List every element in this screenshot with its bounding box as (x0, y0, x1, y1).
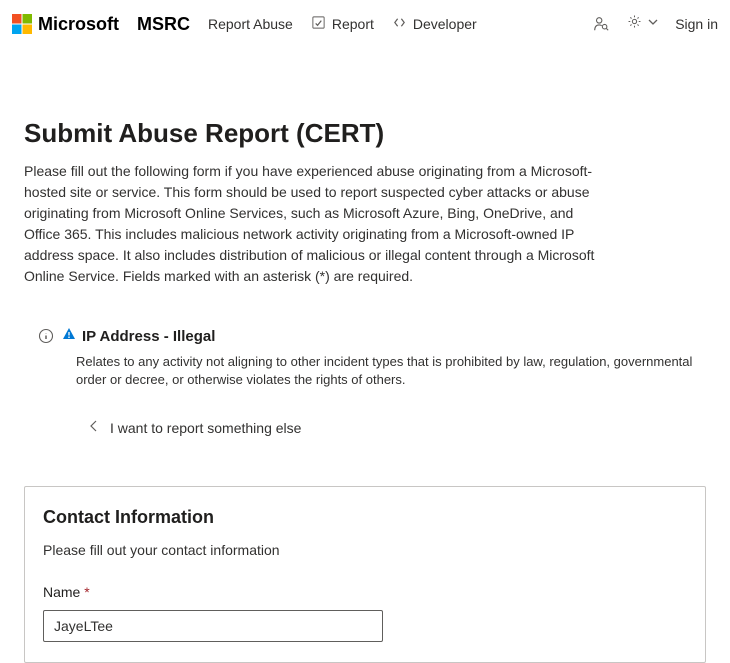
page-title: Submit Abuse Report (CERT) (24, 118, 706, 149)
microsoft-logo-link[interactable]: Microsoft (12, 14, 119, 35)
code-icon (392, 15, 407, 33)
msrc-link[interactable]: MSRC (137, 14, 190, 35)
info-icon[interactable] (38, 328, 54, 344)
incident-header: IP Address - Illegal (38, 327, 706, 345)
top-navigation: Microsoft MSRC Report Abuse Report Devel… (0, 0, 730, 48)
nav-right-group: Sign in (592, 13, 718, 35)
main-content: Submit Abuse Report (CERT) Please fill o… (0, 48, 730, 663)
nav-report-label: Report (332, 16, 374, 32)
gear-icon (626, 13, 643, 35)
nav-left-group: Microsoft MSRC Report Abuse Report Devel… (12, 14, 477, 35)
chevron-left-icon (88, 419, 100, 436)
contact-information-card: Contact Information Please fill out your… (24, 486, 706, 663)
name-label-text: Name (43, 584, 84, 600)
nav-report-abuse[interactable]: Report Abuse (208, 16, 293, 32)
incident-label-text: IP Address - Illegal (82, 328, 215, 345)
person-search-icon[interactable] (592, 15, 610, 33)
settings-dropdown[interactable] (626, 13, 659, 35)
name-input[interactable] (43, 610, 383, 642)
incident-label: IP Address - Illegal (62, 327, 215, 345)
required-indicator: * (84, 584, 89, 600)
nav-developer[interactable]: Developer (392, 15, 477, 33)
signin-link[interactable]: Sign in (675, 16, 718, 32)
nav-developer-label: Developer (413, 16, 477, 32)
incident-description: Relates to any activity not aligning to … (76, 353, 706, 389)
microsoft-logo-icon (12, 14, 32, 34)
report-icon (311, 15, 326, 33)
back-link-text: I want to report something else (110, 420, 301, 436)
section-description: Please fill out your contact information (43, 542, 687, 558)
nav-report[interactable]: Report (311, 15, 374, 33)
name-field-label: Name * (43, 584, 687, 600)
incident-type-block: IP Address - Illegal Relates to any acti… (38, 327, 706, 436)
page-description: Please fill out the following form if yo… (24, 161, 604, 287)
section-title: Contact Information (43, 507, 687, 528)
warning-icon (62, 327, 76, 345)
chevron-down-icon (647, 15, 659, 33)
report-something-else-link[interactable]: I want to report something else (88, 419, 706, 436)
microsoft-logo-text: Microsoft (38, 14, 119, 35)
